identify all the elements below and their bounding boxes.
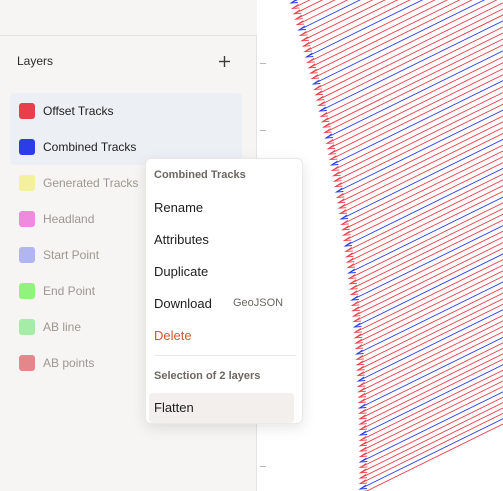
layer-item-offset-tracks[interactable]: Offset Tracks [10,93,242,129]
selection-header: Selection of 2 layers [154,370,261,382]
sidebar-toolbar [0,0,257,36]
track-line [359,336,503,409]
rename-menu-item[interactable]: Rename [146,193,304,223]
track-line [360,369,503,441]
track-line [325,50,503,139]
attributes-menu-item[interactable]: Attributes [146,225,304,255]
delete-menu-item[interactable]: Delete [146,321,304,351]
menu-item-label: Download [154,296,212,311]
track-line [326,56,503,144]
track-line [292,0,311,9]
layers-title: Layers [17,54,54,68]
layer-label: Generated Tracks [43,176,139,190]
track-line [330,74,503,161]
menu-item-label: Rename [154,200,204,215]
track-line [349,208,503,285]
track-line [349,202,503,279]
menu-item-label: Flatten [154,400,194,415]
track-line [304,0,411,53]
layer-color-swatch [19,211,35,227]
layer-label: AB points [43,356,95,370]
download-format-hint: GeoJSON [233,297,284,309]
track-line [327,62,503,150]
layer-color-swatch [19,355,35,371]
menu-item-label: Attributes [154,232,209,247]
layer-color-swatch [19,319,35,335]
track-line [301,0,386,42]
layer-color-swatch [19,283,35,299]
menu-divider [154,355,296,356]
layer-label: Combined Tracks [43,140,137,154]
layer-color-swatch [19,139,35,155]
layer-color-swatch [19,103,35,119]
track-line [365,423,503,491]
track-line [359,364,503,436]
layer-label: End Point [43,284,96,298]
duplicate-menu-item[interactable]: Duplicate [146,257,304,287]
track-line [360,375,503,447]
track-line [322,32,503,123]
track-line [331,80,503,166]
layer-color-swatch [19,175,35,191]
track-line [324,44,503,134]
track-line [311,0,473,80]
track-line [359,347,503,420]
flatten-menu-item[interactable]: Flatten [146,393,304,423]
plus-icon [218,55,230,67]
menu-item-label: Duplicate [154,264,209,279]
menu-header: Combined Tracks [154,169,246,181]
layers-header: Layers [0,46,257,78]
track-line [359,342,503,414]
track-line [323,38,503,128]
track-line [359,353,503,425]
layer-label: Headland [43,212,95,226]
track-line [359,358,503,431]
layer-color-swatch [19,247,35,263]
layer-label: Offset Tracks [43,104,114,118]
track-line [329,68,503,155]
menu-item-label: Delete [154,328,192,343]
layer-context-menu: Combined Tracks Rename Attributes Duplic… [145,158,303,424]
layer-label: AB line [43,320,82,334]
download-menu-item[interactable]: Download GeoJSON [146,289,304,319]
layer-label: Start Point [43,248,100,262]
add-layer-button[interactable] [213,50,235,72]
